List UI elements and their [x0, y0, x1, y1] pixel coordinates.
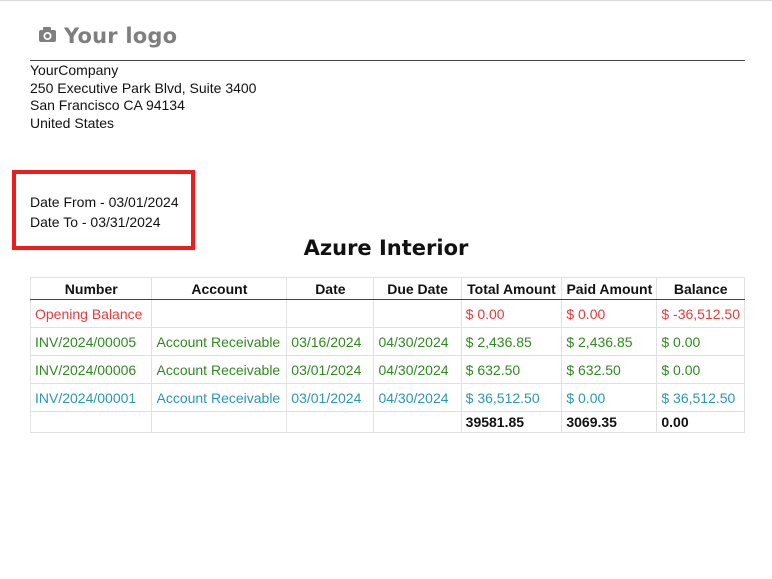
invoice-table: Number Account Date Due Date Total Amoun…: [29, 277, 745, 433]
cell-number: Opening Balance: [29, 299, 153, 328]
table-header-row: Number Account Date Due Date Total Amoun…: [29, 277, 745, 300]
cell-number: INV/2024/00006: [29, 355, 153, 384]
total-amount-sum: 39581.85: [460, 411, 563, 433]
company-city: San Francisco CA 94134: [30, 97, 185, 113]
top-divider: [0, 0, 772, 1]
cell-balance: $ -36,512.50: [656, 299, 745, 328]
cell-account: Account Receivable: [151, 355, 288, 384]
table-row: INV/2024/00005 Account Receivable 03/16/…: [29, 327, 745, 356]
totals-row: 39581.85 3069.35 0.00: [29, 411, 745, 433]
cell-balance: $ 0.00: [656, 327, 745, 356]
cell-balance: $ 36,512.50: [656, 383, 745, 412]
cell-account: Account Receivable: [151, 327, 288, 356]
column-header-number: Number: [29, 277, 153, 300]
cell-empty: [29, 411, 153, 433]
cell-empty: [151, 411, 288, 433]
column-header-due-date: Due Date: [373, 277, 462, 300]
cell-due-date: 04/30/2024: [373, 383, 462, 412]
camera-icon: [38, 25, 58, 48]
column-header-balance: Balance: [656, 277, 745, 300]
balance-sum: 0.00: [656, 411, 745, 433]
cell-due-date: 04/30/2024: [373, 327, 462, 356]
partner-title: Azure Interior: [303, 236, 469, 260]
header-divider: [30, 60, 745, 61]
cell-due-date: [373, 299, 462, 328]
company-street: 250 Executive Park Blvd, Suite 3400: [30, 79, 257, 96]
table-row: INV/2024/00006 Account Receivable 03/01/…: [29, 355, 745, 384]
cell-date: 03/01/2024: [286, 383, 375, 412]
cell-number: INV/2024/00005: [29, 327, 153, 356]
cell-date: [286, 299, 375, 328]
column-header-account: Account: [151, 277, 288, 300]
table-row: INV/2024/00001 Account Receivable 03/01/…: [29, 383, 745, 412]
column-header-total-amount: Total Amount: [460, 277, 563, 300]
cell-paid-amount: $ 0.00: [561, 383, 658, 412]
cell-empty: [286, 411, 375, 433]
company-country: United States: [30, 114, 115, 131]
cell-empty: [373, 411, 462, 433]
cell-paid-amount: $ 0.00: [561, 299, 658, 328]
cell-number: INV/2024/00001: [29, 383, 153, 412]
company-name: YourCompany: [30, 62, 119, 78]
cell-total-amount: $ 0.00: [460, 299, 563, 328]
column-header-paid-amount: Paid Amount: [561, 277, 658, 300]
cell-balance: $ 0.00: [656, 355, 745, 384]
cell-total-amount: $ 632.50: [460, 355, 563, 384]
cell-total-amount: $ 36,512.50: [460, 383, 563, 412]
cell-paid-amount: $ 2,436.85: [561, 327, 658, 356]
company-address: YourCompany 250 Executive Park Blvd, Sui…: [30, 62, 256, 132]
column-header-date: Date: [286, 277, 375, 300]
cell-date: 03/01/2024: [286, 355, 375, 384]
cell-due-date: 04/30/2024: [373, 355, 462, 384]
cell-date: 03/16/2024: [286, 327, 375, 356]
cell-account: Account Receivable: [151, 383, 288, 412]
company-logo: Your logo: [38, 24, 177, 48]
cell-account: [151, 299, 288, 328]
logo-text: Your logo: [64, 24, 178, 48]
cell-paid-amount: $ 632.50: [561, 355, 658, 384]
cell-total-amount: $ 2,436.85: [460, 327, 563, 356]
paid-amount-sum: 3069.35: [561, 411, 658, 433]
table-row: Opening Balance $ 0.00 $ 0.00 $ -36,512.…: [29, 299, 745, 328]
